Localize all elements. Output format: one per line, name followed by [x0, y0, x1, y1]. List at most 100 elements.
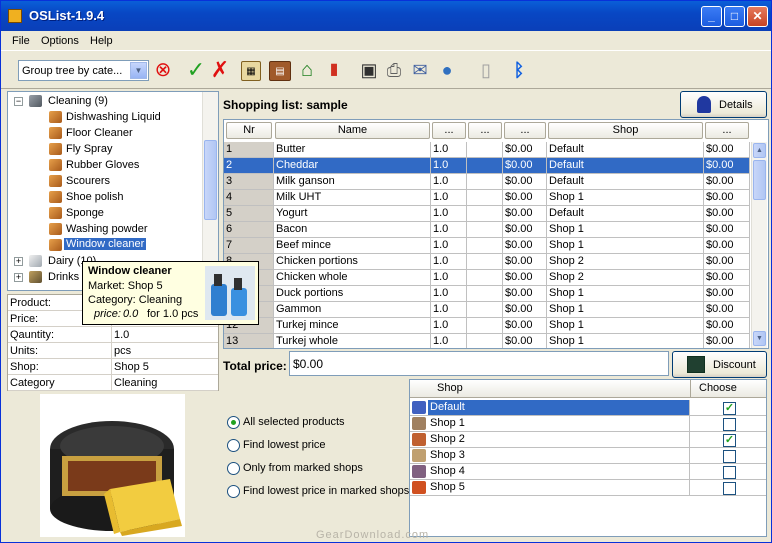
- table-cell[interactable]: Cheddar: [274, 158, 431, 174]
- table-cell[interactable]: 1.0: [431, 142, 467, 158]
- table-cell[interactable]: [467, 286, 503, 302]
- table-cell[interactable]: $0.00: [503, 334, 547, 348]
- table-row[interactable]: 1 Butter 1.0 $0.00 Default $0.00: [224, 142, 750, 158]
- shopping-list-grid[interactable]: Nr Name ... ... ... Shop ... 1 Butter 1.0 $…: [223, 119, 769, 349]
- tree-item-shoe-polish[interactable]: Shoe polish: [66, 191, 124, 203]
- minimize-button[interactable]: _: [701, 6, 722, 27]
- table-cell[interactable]: [467, 334, 503, 348]
- table-cell[interactable]: Turkej whole: [274, 334, 431, 348]
- table-row[interactable]: 13 Turkej whole 1.0 $0.00 Shop 1 $0.00: [224, 334, 750, 348]
- shop-choose-checkbox[interactable]: [723, 418, 736, 431]
- shop-choose-checkbox[interactable]: [723, 466, 736, 479]
- table-cell[interactable]: 1.0: [431, 302, 467, 318]
- table-row[interactable]: 10Duck portions1.0$0.00Shop 1$0.00: [224, 286, 750, 302]
- table-cell[interactable]: Milk UHT: [274, 190, 431, 206]
- table-cell[interactable]: $0.00: [704, 238, 750, 254]
- table-cell[interactable]: Default: [547, 142, 704, 158]
- table-cell[interactable]: 6: [224, 222, 274, 238]
- shop-icon[interactable]: ▤: [269, 61, 291, 81]
- table-cell[interactable]: $0.00: [503, 174, 547, 190]
- col-header-units[interactable]: ...: [468, 122, 502, 139]
- table-cell[interactable]: 5: [224, 206, 274, 222]
- table-cell[interactable]: $0.00: [704, 142, 750, 158]
- table-cell[interactable]: [467, 142, 503, 158]
- table-row[interactable]: 6 Bacon 1.0 $0.00 Shop 1 $0.00: [224, 222, 750, 238]
- total-price-field[interactable]: $0.00: [289, 351, 669, 376]
- table-cell[interactable]: $0.00: [704, 334, 750, 348]
- table-cell[interactable]: Default: [547, 174, 704, 190]
- table-cell[interactable]: $0.00: [503, 270, 547, 286]
- table-row[interactable]: 2 Cheddar 1.0 $0.00 Default $0.00: [224, 158, 750, 174]
- table-cell[interactable]: 1.0: [431, 238, 467, 254]
- bluetooth-icon[interactable]: ᛒ: [507, 58, 531, 82]
- collapse-cleaning-icon[interactable]: −: [14, 97, 23, 106]
- prop-value[interactable]: Cleaning: [114, 377, 157, 389]
- tree-node-drinks[interactable]: Drinks (: [48, 271, 86, 283]
- table-cell[interactable]: 1.0: [431, 206, 467, 222]
- col-header-quantity[interactable]: ...: [432, 122, 466, 139]
- table-cell[interactable]: Yogurt: [274, 206, 431, 222]
- table-cell[interactable]: [467, 174, 503, 190]
- scroll-down-icon[interactable]: ▼: [753, 331, 766, 346]
- tree-item-window-cleaner[interactable]: Window cleaner: [64, 238, 147, 250]
- clear-filter-icon[interactable]: ⊗: [151, 58, 175, 82]
- col-header-price[interactable]: ...: [504, 122, 546, 139]
- table-row[interactable]: 8Chicken portions1.0$0.00Shop 2$0.00: [224, 254, 750, 270]
- table-cell[interactable]: 1.0: [431, 334, 467, 348]
- tree-item-rubber-gloves[interactable]: Rubber Gloves: [66, 159, 139, 171]
- table-cell[interactable]: $0.00: [503, 206, 547, 222]
- table-cell[interactable]: Butter: [274, 142, 431, 158]
- table-cell[interactable]: Shop 1: [547, 286, 704, 302]
- table-row[interactable]: 9Chicken whole1.0$0.00Shop 2$0.00: [224, 270, 750, 286]
- radio-icon[interactable]: [227, 416, 240, 429]
- table-cell[interactable]: 1.0: [431, 318, 467, 334]
- group-tree-combo[interactable]: Group tree by cate... ▼: [18, 60, 149, 81]
- tree-item-dishwashing-liquid[interactable]: Dishwashing Liquid: [66, 111, 161, 123]
- maximize-button[interactable]: □: [724, 6, 745, 27]
- prop-value[interactable]: pcs: [114, 345, 131, 357]
- save-icon[interactable]: ▣: [357, 58, 381, 82]
- table-cell[interactable]: $0.00: [704, 206, 750, 222]
- menu-file[interactable]: File: [12, 35, 30, 47]
- close-button[interactable]: ✕: [747, 6, 768, 27]
- table-cell[interactable]: Turkej mince: [274, 318, 431, 334]
- table-cell[interactable]: 1.0: [431, 286, 467, 302]
- table-cell[interactable]: $0.00: [503, 254, 547, 270]
- shops-header-shop[interactable]: Shop: [410, 380, 691, 398]
- table-row[interactable]: 12 Turkej mince 1.0 $0.00 Shop 1 $0.00: [224, 318, 750, 334]
- print-icon[interactable]: ⎙: [382, 58, 406, 82]
- details-button[interactable]: Details: [680, 91, 767, 118]
- table-cell[interactable]: $0.00: [503, 302, 547, 318]
- map-icon[interactable]: ▦: [241, 61, 261, 81]
- table-cell[interactable]: Shop 1: [547, 318, 704, 334]
- tree-item-scourers[interactable]: Scourers: [66, 175, 110, 187]
- chevron-down-icon[interactable]: ▼: [130, 62, 147, 79]
- mobile-phone-icon[interactable]: ▯: [474, 58, 498, 82]
- shop-choose-checkbox[interactable]: [723, 482, 736, 495]
- table-cell[interactable]: 1: [224, 142, 274, 158]
- check-all-icon[interactable]: ✓: [184, 58, 208, 82]
- discount-button[interactable]: Discount: [672, 351, 767, 378]
- table-cell[interactable]: $0.00: [704, 318, 750, 334]
- expand-dairy-icon[interactable]: +: [14, 257, 23, 266]
- chart-icon[interactable]: ▮: [322, 58, 346, 82]
- table-cell[interactable]: [467, 206, 503, 222]
- table-cell[interactable]: $0.00: [503, 190, 547, 206]
- table-cell[interactable]: [467, 270, 503, 286]
- table-cell[interactable]: Bacon: [274, 222, 431, 238]
- table-cell[interactable]: 3: [224, 174, 274, 190]
- table-cell[interactable]: [467, 318, 503, 334]
- tree-item-sponge[interactable]: Sponge: [66, 207, 104, 219]
- table-cell[interactable]: $0.00: [704, 254, 750, 270]
- title-bar[interactable]: OSList-1.9.4 _ □ ✕: [1, 1, 771, 31]
- table-cell[interactable]: Default: [547, 158, 704, 174]
- table-cell[interactable]: 13: [224, 334, 274, 348]
- shop-row[interactable]: Shop 2 ✓: [410, 432, 766, 448]
- table-cell[interactable]: Shop 1: [547, 190, 704, 206]
- menu-help[interactable]: Help: [90, 35, 113, 47]
- menu-options[interactable]: Options: [41, 35, 79, 47]
- tree-scroll-thumb[interactable]: [204, 140, 217, 220]
- tree-item-floor-cleaner[interactable]: Floor Cleaner: [66, 127, 133, 139]
- col-header-nr[interactable]: Nr: [226, 122, 272, 139]
- table-row[interactable]: 3 Milk ganson 1.0 $0.00 Default $0.00: [224, 174, 750, 190]
